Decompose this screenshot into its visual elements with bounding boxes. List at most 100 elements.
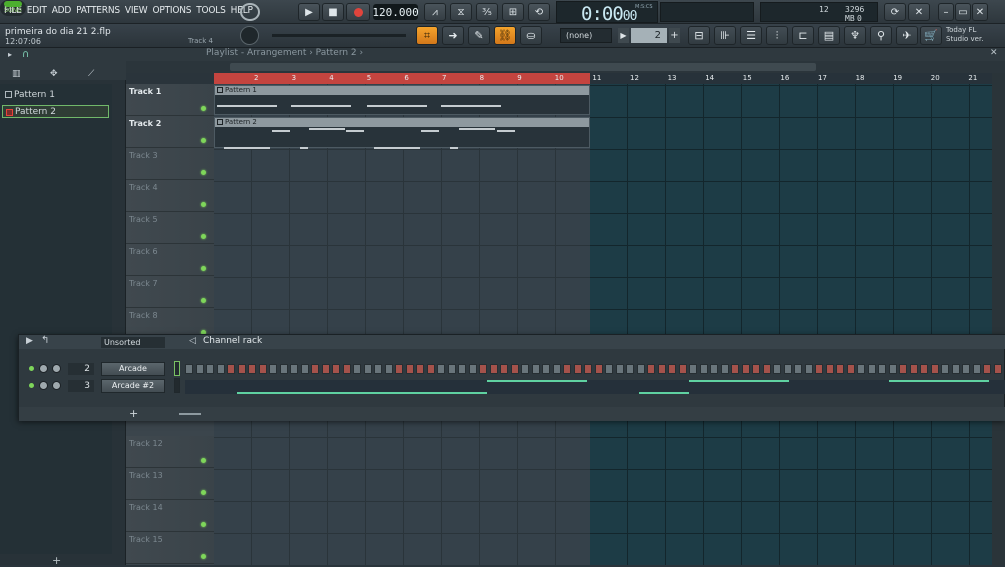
pattern-number[interactable]: 2 <box>631 28 667 43</box>
channel-mixer-track[interactable]: 2 <box>68 363 94 375</box>
menu-patterns[interactable]: PATTERNS <box>76 5 120 16</box>
step-button[interactable] <box>783 364 792 374</box>
step-button[interactable] <box>951 364 960 374</box>
step-button[interactable] <box>353 364 361 374</box>
step-button[interactable] <box>867 364 876 374</box>
step-button[interactable] <box>909 364 918 374</box>
step-button[interactable] <box>647 364 655 374</box>
menu-edit[interactable]: EDIT <box>27 5 47 16</box>
step-button[interactable] <box>626 364 634 374</box>
step-button[interactable] <box>500 364 508 374</box>
track-header[interactable]: Track 5 <box>126 212 214 244</box>
step-button[interactable] <box>374 364 382 374</box>
step-button[interactable] <box>510 364 519 374</box>
recording-button[interactable]: ♆ <box>844 26 866 45</box>
piano-icon[interactable]: ▥ <box>12 69 21 79</box>
channel-pan-knob[interactable] <box>52 381 61 390</box>
step-button[interactable] <box>269 364 277 374</box>
add-pattern-button[interactable]: + <box>669 28 680 43</box>
main-pitch-knob[interactable] <box>240 26 259 45</box>
wait-input-button[interactable]: ⧖ <box>450 3 472 21</box>
step-button[interactable] <box>972 364 981 374</box>
step-button[interactable] <box>416 364 424 374</box>
step-button[interactable] <box>563 364 571 374</box>
step-button[interactable] <box>521 364 529 374</box>
playlist-breadcrumb[interactable]: Playlist - Arrangement › Pattern 2 › <box>206 48 363 58</box>
master-pitch-slider[interactable] <box>272 34 406 37</box>
blend-notes-button[interactable]: ⊞ <box>502 3 524 21</box>
step-button[interactable] <box>258 364 267 374</box>
move-icon[interactable]: ✥ <box>50 69 58 79</box>
tempo-display[interactable]: 120.000 <box>372 4 419 20</box>
track-header[interactable]: Track 12 <box>126 436 214 468</box>
online-button[interactable]: ⟳ <box>884 3 906 21</box>
step-button[interactable] <box>752 364 760 374</box>
channel-volume-knob[interactable] <box>39 381 48 390</box>
track-header[interactable]: Track 15 <box>126 532 214 564</box>
step-button[interactable] <box>804 364 813 374</box>
track-header[interactable]: Track 3 <box>126 148 214 180</box>
menu-view[interactable]: VIEW <box>125 5 148 16</box>
stop-button[interactable]: ■ <box>322 3 344 21</box>
step-button[interactable] <box>993 364 1002 374</box>
step-button[interactable] <box>930 364 939 374</box>
track-header[interactable]: Track 7 <box>126 276 214 308</box>
step-button[interactable] <box>888 364 897 374</box>
playlist-scrollbar[interactable] <box>230 63 816 71</box>
step-button[interactable] <box>762 364 771 374</box>
step-button[interactable] <box>878 364 886 374</box>
step-button[interactable] <box>279 364 288 374</box>
track-header[interactable]: Track 13 <box>126 468 214 500</box>
mixer-window-button[interactable]: ⫶ <box>766 26 788 45</box>
playlist-window-button[interactable]: ⊟ <box>688 26 710 45</box>
step-button[interactable] <box>794 364 802 374</box>
auto-scroll-button[interactable]: ⛀ <box>520 26 542 45</box>
step-button[interactable] <box>668 364 676 374</box>
step-button[interactable] <box>321 364 330 374</box>
track-mute-led[interactable] <box>201 298 206 303</box>
browser-collapse-icon[interactable]: ▸ <box>8 50 12 59</box>
step-button[interactable] <box>206 364 214 374</box>
metronome-button[interactable]: ⩘ <box>424 3 446 21</box>
step-button[interactable] <box>584 364 592 374</box>
step-button[interactable] <box>237 364 246 374</box>
track-mute-led[interactable] <box>201 234 206 239</box>
clip-pattern-2[interactable]: Pattern 2 <box>214 117 590 149</box>
step-button[interactable] <box>311 364 319 374</box>
step-button[interactable] <box>815 364 823 374</box>
step-button[interactable] <box>573 364 582 374</box>
step-button[interactable] <box>857 364 865 374</box>
step-button[interactable] <box>689 364 697 374</box>
channel-name-button[interactable]: Arcade <box>101 362 165 376</box>
loop-region[interactable] <box>214 73 590 84</box>
playlist-vertical-scrollbar[interactable] <box>992 73 1005 565</box>
step-button[interactable] <box>447 364 456 374</box>
playlist-close-icon[interactable]: ✕ <box>990 48 998 58</box>
step-button[interactable] <box>395 364 403 374</box>
track-mute-led[interactable] <box>201 522 206 527</box>
snap-button[interactable]: ⌗ <box>416 26 438 45</box>
step-button[interactable] <box>195 364 204 374</box>
playlist-grid[interactable]: Pattern 1 Pattern 2 <box>214 84 1005 565</box>
channel-filter[interactable]: Unsorted <box>101 337 165 348</box>
pattern-prev-button[interactable]: ▶ <box>618 28 629 43</box>
channel-rack-window-button[interactable]: ☰ <box>740 26 762 45</box>
typing-keyboard-button[interactable]: ✎ <box>468 26 490 45</box>
step-button[interactable] <box>657 364 666 374</box>
step-button[interactable] <box>363 364 372 374</box>
loop-record-button[interactable]: ⟲ <box>528 3 550 21</box>
step-button[interactable] <box>216 364 225 374</box>
plugin-picker-button[interactable]: ▤ <box>818 26 840 45</box>
magnet-icon[interactable]: ∩ <box>22 49 29 60</box>
tools-button[interactable]: ✕ <box>908 3 930 21</box>
track-mute-led[interactable] <box>201 554 206 559</box>
track-mute-led[interactable] <box>201 106 206 111</box>
minimize-button[interactable]: – <box>938 3 954 21</box>
pattern-selector[interactable]: (none) <box>560 28 612 43</box>
step-button[interactable] <box>468 364 477 374</box>
track-mute-led[interactable] <box>201 138 206 143</box>
time-display[interactable]: 0:0000 M:S:CS <box>556 1 658 25</box>
step-button[interactable] <box>248 364 256 374</box>
browser-item-pattern-1[interactable]: Pattern 1 <box>2 88 109 101</box>
step-button[interactable] <box>437 364 445 374</box>
